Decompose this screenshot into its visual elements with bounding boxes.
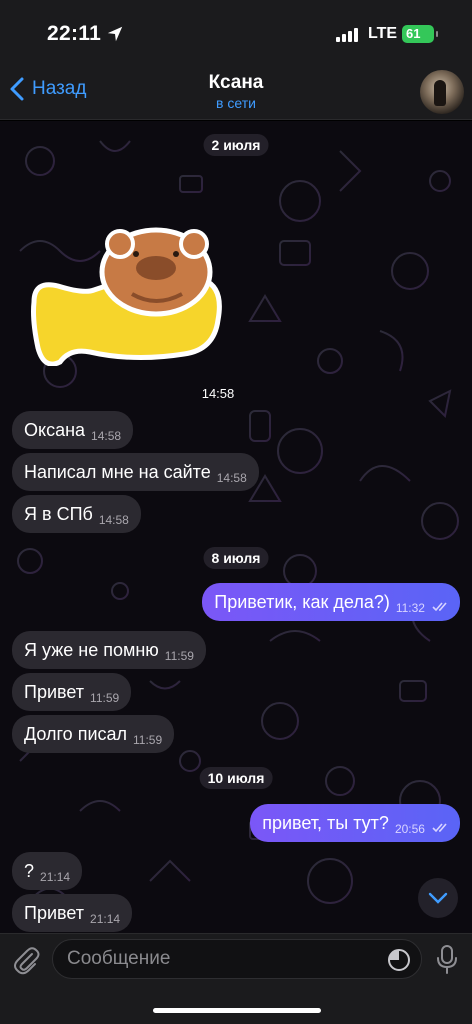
battery-level: 61 (406, 26, 421, 41)
status-bar: 22:11 LTE 61 (0, 0, 472, 68)
chevron-down-icon (428, 892, 448, 904)
network-type: LTE (368, 25, 398, 42)
message-text: Я уже не помню (24, 640, 159, 660)
message-bubble-outgoing[interactable]: Приветик, как дела?) 11:32 (202, 583, 460, 621)
message-time: 20:56 (394, 822, 425, 836)
message-text: привет, ты тут? (262, 813, 389, 833)
date-separator: 10 июля (199, 767, 273, 789)
date-separator: 2 июля (203, 134, 269, 156)
message-time: 14:58 (216, 471, 247, 485)
message-time: 21:14 (90, 912, 121, 926)
message-bubble-outgoing[interactable]: привет, ты тут? 20:56 (250, 804, 460, 842)
chat-area[interactable]: 2 июля 14:58 Оксана 14:58 Написал мне на … (0, 121, 472, 933)
message-time: 14:58 (98, 513, 129, 527)
message-text: Я в СПб (24, 504, 93, 524)
message-input[interactable] (53, 940, 373, 978)
contact-status: в сети (216, 95, 256, 111)
message-bubble-incoming[interactable]: ? 21:14 (12, 852, 83, 890)
signal-bars-icon (336, 28, 358, 42)
message-bubble-incoming[interactable]: Написал мне на сайте 14:58 (12, 453, 259, 491)
message-bubble-incoming[interactable]: Я уже не помню 11:59 (12, 631, 206, 669)
message-text: Долго писал (24, 724, 128, 744)
message-time: 11:59 (164, 649, 194, 663)
message-text: Привет (24, 682, 85, 702)
battery-icon: 61 (402, 25, 438, 43)
message-bubble-incoming[interactable]: Привет 11:59 (12, 673, 132, 711)
message-text: Написал мне на сайте (24, 462, 211, 482)
message-field[interactable] (52, 939, 422, 979)
paperclip-icon[interactable] (10, 944, 42, 976)
location-arrow-icon (107, 26, 123, 42)
microphone-icon[interactable] (432, 943, 462, 975)
message-time: 21:14 (40, 870, 71, 884)
status-time: 22:11 (47, 22, 102, 45)
contact-name[interactable]: Ксана (0, 72, 472, 94)
sticker-time: 14:58 (201, 386, 235, 401)
message-text: Привет (24, 903, 85, 923)
bear-on-yellow-fish-sticker (31, 227, 222, 366)
message-text: ? (24, 861, 35, 881)
message-time: 11:59 (90, 691, 120, 705)
message-time: 11:32 (395, 601, 425, 615)
date-separator: 8 июля (203, 547, 269, 569)
message-input-bar (0, 933, 472, 1024)
message-bubble-incoming[interactable]: Долго писал 11:59 (12, 715, 175, 753)
home-indicator (153, 1008, 321, 1013)
chat-header: Назад Ксана в сети (0, 68, 472, 120)
message-bubble-incoming[interactable]: Я в СПб 14:58 (12, 495, 141, 533)
message-bubble-incoming[interactable]: Оксана 14:58 (12, 411, 134, 449)
read-checkmarks-icon (432, 602, 447, 612)
read-checkmarks-icon (432, 823, 447, 833)
message-time: 14:58 (91, 429, 122, 443)
sticker-icon[interactable] (387, 948, 411, 972)
message-bubble-incoming[interactable]: Привет 21:14 (12, 894, 133, 932)
message-text: Оксана (24, 420, 86, 440)
message-text: Приветик, как дела?) (214, 592, 390, 612)
contact-avatar[interactable] (420, 70, 464, 114)
message-time: 11:59 (133, 733, 163, 747)
scroll-down-button[interactable] (418, 878, 458, 918)
